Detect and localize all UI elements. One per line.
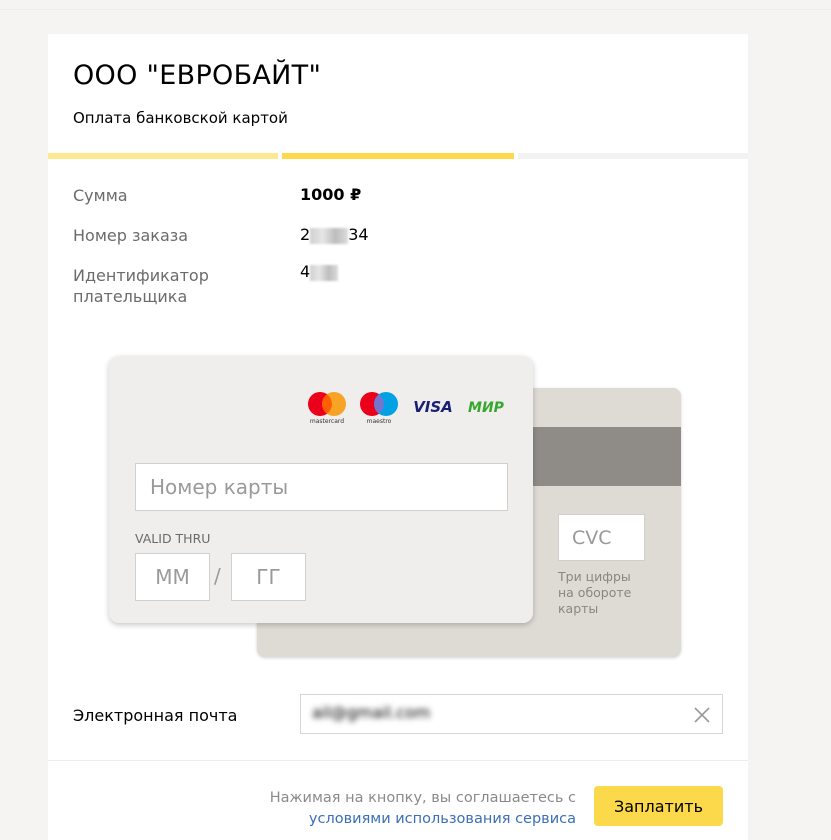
terms-text: Нажимая на кнопку, вы соглашаетесь с bbox=[269, 790, 576, 806]
cvc-hint: Три цифры на обороте карты bbox=[558, 569, 632, 616]
order-number-label: Номер заказа bbox=[73, 226, 189, 245]
redacted-area bbox=[310, 227, 349, 244]
payer-id-value: 4 bbox=[300, 262, 339, 281]
visa-label: VISA bbox=[413, 398, 453, 416]
terms-agreement: Нажимая на кнопку, вы соглашаетесь с усл… bbox=[270, 788, 576, 830]
payer-id-label: Идентификатор плательщика bbox=[73, 266, 209, 306]
amount-value: 1000 ₽ bbox=[300, 185, 362, 204]
expiry-year-input[interactable] bbox=[231, 553, 306, 601]
mastercard-label: mastercard bbox=[310, 418, 344, 425]
mastercard-icon: mastercard bbox=[308, 392, 346, 425]
visa-icon: VISA bbox=[413, 398, 453, 416]
merchant-name: ООО "ЕВРОБАЙТ" bbox=[73, 60, 322, 91]
order-number-suffix: 34 bbox=[348, 225, 369, 244]
progress-step-1 bbox=[48, 153, 278, 159]
pay-button[interactable]: Заплатить bbox=[594, 786, 723, 826]
redacted-area bbox=[310, 264, 339, 281]
payment-method-subtitle: Оплата банковской картой bbox=[73, 109, 288, 127]
cvc-input[interactable] bbox=[558, 514, 645, 561]
card-brands: mastercard maestro VISA МИР bbox=[305, 390, 509, 426]
order-number-value: 2 34 bbox=[300, 225, 369, 244]
mir-icon: МИР bbox=[468, 400, 505, 416]
payer-id-prefix: 4 bbox=[300, 262, 311, 281]
progress-bar bbox=[48, 153, 748, 159]
progress-step-2 bbox=[282, 153, 514, 159]
expiry-separator: / bbox=[214, 564, 221, 588]
mir-label: МИР bbox=[468, 400, 505, 416]
progress-step-3 bbox=[518, 153, 748, 159]
maestro-icon: maestro bbox=[360, 392, 398, 425]
terms-link[interactable]: условиями использования сервиса bbox=[309, 811, 576, 827]
order-number-prefix: 2 bbox=[300, 225, 311, 244]
email-input[interactable]: ail@gmail.com bbox=[300, 694, 723, 734]
payment-panel: ООО "ЕВРОБАЙТ" Оплата банковской картой … bbox=[48, 34, 748, 840]
card-number-input[interactable] bbox=[135, 463, 508, 511]
valid-thru-label: VALID THRU bbox=[135, 531, 211, 546]
maestro-label: maestro bbox=[367, 418, 392, 425]
email-value: ail@gmail.com bbox=[312, 703, 431, 722]
top-strip bbox=[0, 0, 831, 10]
amount-label: Сумма bbox=[73, 186, 128, 205]
footer-divider bbox=[48, 760, 748, 761]
expiry-month-input[interactable] bbox=[135, 553, 210, 601]
email-label: Электронная почта bbox=[73, 706, 238, 725]
card-front: mastercard maestro VISA МИР VALID THRU / bbox=[109, 356, 533, 623]
clear-icon[interactable] bbox=[692, 705, 712, 725]
